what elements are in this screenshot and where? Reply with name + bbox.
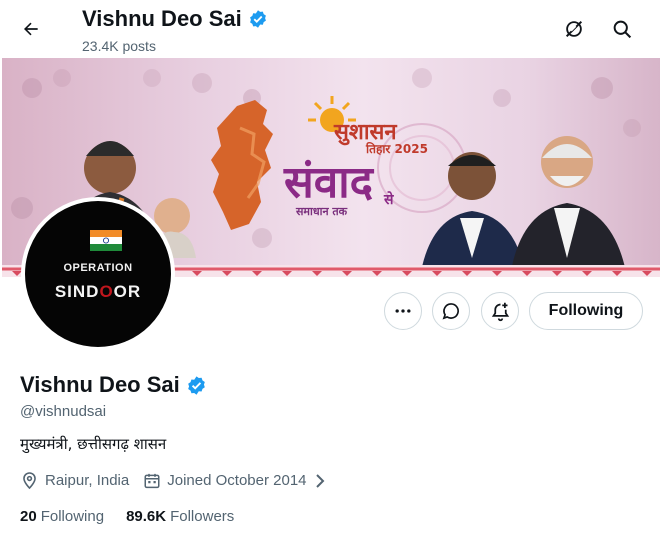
header-title: Vishnu Deo Sai — [82, 6, 268, 32]
grok-icon — [565, 20, 583, 38]
grok-button[interactable] — [557, 12, 591, 46]
profile-meta: Raipur, India Joined October 2014 — [20, 471, 341, 490]
arrow-left-icon — [24, 22, 38, 36]
banner-samadhan-text: समाधान तक — [296, 205, 348, 218]
follow-stats: 20 Following 89.6K Followers — [20, 508, 234, 525]
location-pin-icon — [23, 472, 36, 490]
notification-add-icon — [491, 302, 509, 321]
verified-badge-icon — [249, 10, 266, 28]
banner-samvad-text: संवाद — [284, 157, 373, 208]
avatar-operation-text: OPERATION — [63, 262, 133, 274]
header-name: Vishnu Deo Sai — [82, 6, 242, 31]
joined-item[interactable]: Joined October 2014 — [143, 472, 326, 490]
avatar-sindoor-part1: SIND — [54, 282, 100, 301]
avatar-sindoor-text: SINDOOR — [25, 282, 171, 302]
avatar-sindoor-part2: O — [99, 282, 114, 301]
more-icon — [395, 309, 411, 313]
following-button[interactable]: Following — [529, 292, 643, 330]
avatar-sindoor-part3: OR — [113, 282, 142, 301]
profile-handle: @vishnudsai — [20, 403, 107, 420]
india-flag-icon — [90, 230, 122, 251]
profile-name-row: Vishnu Deo Sai — [20, 372, 207, 398]
notification-add-button[interactable] — [481, 292, 519, 330]
back-button[interactable] — [14, 12, 48, 46]
profile-avatar[interactable]: OPERATION SINDOOR — [21, 197, 175, 351]
more-button[interactable] — [384, 292, 422, 330]
message-button[interactable] — [432, 292, 470, 330]
followers-count: 89.6K — [126, 508, 167, 525]
following-count: 20 — [20, 508, 37, 525]
following-stat[interactable]: 20 Following — [20, 508, 104, 525]
banner-tihar-text: तिहार 2025 — [366, 142, 428, 156]
search-button[interactable] — [605, 12, 639, 46]
calendar-icon — [144, 473, 160, 488]
banner-se-text: से — [384, 192, 394, 208]
joined-text: Joined October 2014 — [167, 472, 307, 489]
profile-bio: मुख्यमंत्री, छत्तीसगढ़ शासन — [20, 435, 167, 453]
chevron-right-icon — [315, 473, 324, 488]
location-item: Raipur, India — [20, 471, 129, 490]
followers-stat-label: Followers — [170, 508, 235, 525]
followers-stat[interactable]: 89.6K Followers — [126, 508, 234, 525]
location-text: Raipur, India — [45, 472, 130, 489]
search-icon — [613, 20, 631, 38]
post-count: 23.4K posts — [82, 38, 156, 54]
verified-badge-icon[interactable] — [186, 375, 207, 396]
message-icon — [442, 303, 459, 320]
top-bar: Vishnu Deo Sai 23.4K posts — [0, 0, 662, 57]
profile-name: Vishnu Deo Sai — [20, 372, 180, 397]
following-stat-label: Following — [40, 508, 105, 525]
